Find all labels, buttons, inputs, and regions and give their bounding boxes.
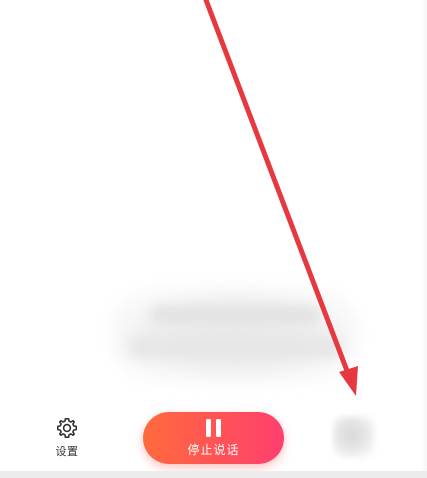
app-screen: 设置 停止说话: [0, 0, 427, 478]
settings-label: 设置: [55, 445, 79, 458]
pause-bar: [216, 418, 221, 437]
blurred-content-area: [110, 286, 360, 384]
blurred-text-line: [128, 336, 343, 358]
pause-bar: [206, 418, 211, 437]
blurred-icon[interactable]: [333, 416, 375, 458]
stop-talking-label: 停止说话: [187, 442, 240, 457]
gear-icon: [57, 418, 77, 438]
bottom-divider: [0, 471, 427, 478]
pause-icon: [206, 418, 221, 437]
blurred-text-line: [150, 306, 320, 324]
stop-talking-button[interactable]: 停止说话: [143, 412, 284, 464]
settings-button[interactable]: 设置: [44, 416, 90, 464]
